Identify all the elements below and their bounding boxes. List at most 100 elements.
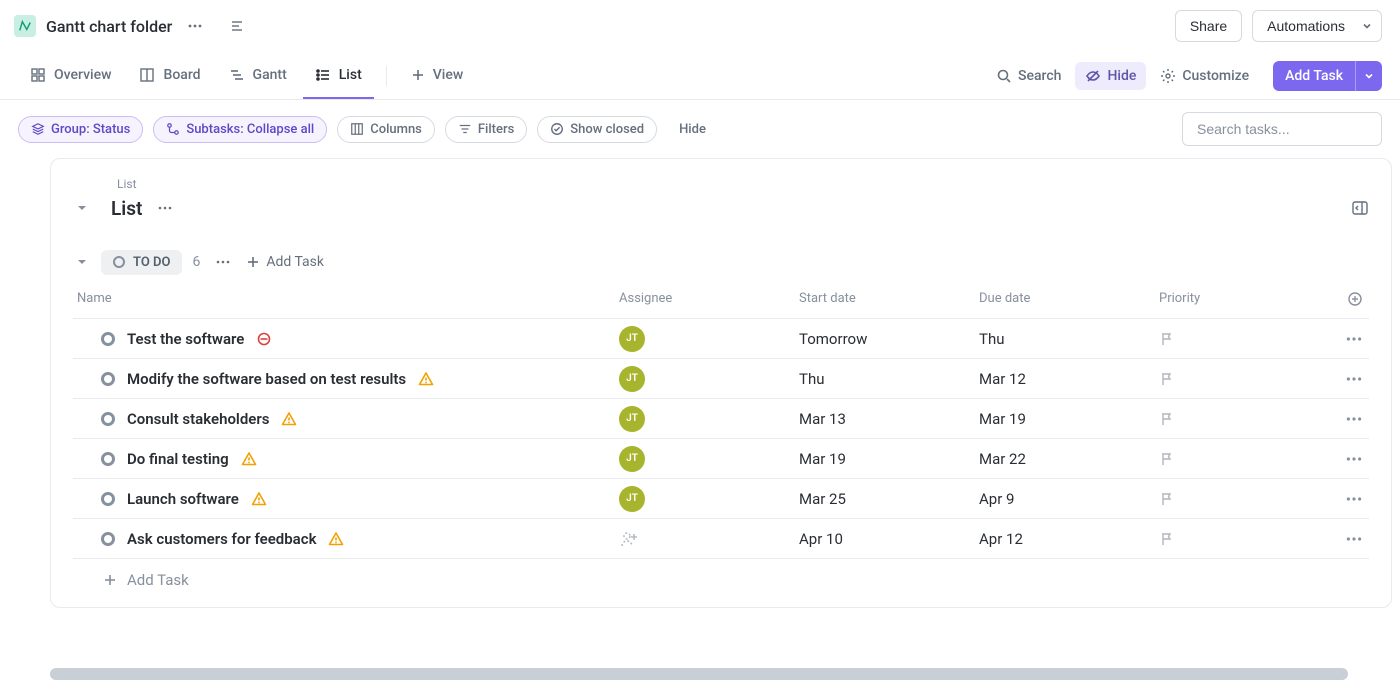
add-task-row-label: Add Task	[127, 571, 189, 589]
row-more-icon[interactable]	[1309, 450, 1369, 468]
task-title[interactable]: Modify the software based on test result…	[127, 370, 406, 388]
assignee-cell[interactable]: JT	[619, 406, 799, 432]
tab-overview[interactable]: Overview	[18, 52, 123, 99]
search-action[interactable]: Search	[986, 62, 1071, 90]
folder-icon	[14, 15, 36, 37]
chip-label: Subtasks: Collapse all	[186, 122, 314, 137]
automations-button[interactable]: Automations	[1252, 10, 1353, 42]
row-more-icon[interactable]	[1309, 330, 1369, 348]
priority-cell[interactable]	[1159, 411, 1309, 427]
list-title[interactable]: List	[111, 197, 142, 220]
task-title[interactable]: Do final testing	[127, 450, 229, 468]
tab-board[interactable]: Board	[127, 52, 212, 99]
assignee-cell[interactable]: JT	[619, 486, 799, 512]
col-due-date[interactable]: Due date	[979, 291, 1159, 306]
col-start-date[interactable]: Start date	[799, 291, 979, 306]
priority-cell[interactable]	[1159, 451, 1309, 467]
warning-icon	[241, 451, 257, 467]
task-title[interactable]: Launch software	[127, 490, 239, 508]
priority-cell[interactable]	[1159, 331, 1309, 347]
row-more-icon[interactable]	[1309, 530, 1369, 548]
panel-toggle-icon[interactable]	[1351, 199, 1369, 217]
show-closed-chip[interactable]: Show closed	[537, 116, 657, 143]
assignee-avatar[interactable]: JT	[619, 326, 645, 352]
list-more-icon[interactable]	[152, 195, 178, 221]
table-row[interactable]: Do final testing JT Mar 19 Mar 22	[73, 439, 1369, 479]
assignee-avatar[interactable]: JT	[619, 366, 645, 392]
priority-cell[interactable]	[1159, 491, 1309, 507]
table-row[interactable]: Test the software JT Tomorrow Thu	[73, 319, 1369, 359]
task-status-icon[interactable]	[101, 372, 115, 386]
task-title[interactable]: Test the software	[127, 330, 244, 348]
add-column-button[interactable]	[1309, 291, 1369, 307]
tab-gantt[interactable]: Gantt	[217, 52, 299, 99]
start-date-cell[interactable]: Mar 25	[799, 490, 979, 508]
hide-chip[interactable]: Hide	[667, 117, 718, 142]
due-date-cell[interactable]: Mar 22	[979, 450, 1159, 468]
add-task-button[interactable]: Add Task	[1273, 61, 1382, 91]
horizontal-scrollbar[interactable]	[50, 668, 1388, 680]
task-search-input[interactable]	[1182, 112, 1382, 146]
row-more-icon[interactable]	[1309, 410, 1369, 428]
group-chip[interactable]: Group: Status	[18, 116, 143, 143]
priority-cell[interactable]	[1159, 531, 1309, 547]
add-task-row[interactable]: Add Task	[73, 559, 1369, 589]
assignee-cell[interactable]	[619, 529, 799, 549]
task-status-icon[interactable]	[101, 532, 115, 546]
columns-chip[interactable]: Columns	[337, 116, 435, 143]
chip-label: Show closed	[570, 122, 644, 137]
table-row[interactable]: Launch software JT Mar 25 Apr 9	[73, 479, 1369, 519]
table-row[interactable]: Ask customers for feedback Apr 10 Apr 12	[73, 519, 1369, 559]
start-date-cell[interactable]: Thu	[799, 370, 979, 388]
status-pill[interactable]: TO DO	[101, 250, 182, 275]
col-priority[interactable]: Priority	[1159, 291, 1309, 306]
assignee-cell[interactable]: JT	[619, 366, 799, 392]
assignee-avatar[interactable]: JT	[619, 486, 645, 512]
task-title[interactable]: Ask customers for feedback	[127, 530, 316, 548]
due-date-cell[interactable]: Mar 12	[979, 370, 1159, 388]
task-status-icon[interactable]	[101, 492, 115, 506]
start-date-cell[interactable]: Mar 13	[799, 410, 979, 428]
folder-title[interactable]: Gantt chart folder	[46, 17, 172, 36]
task-title[interactable]: Consult stakeholders	[127, 410, 269, 428]
task-table: Name Assignee Start date Due date Priori…	[73, 279, 1369, 589]
row-more-icon[interactable]	[1309, 370, 1369, 388]
start-date-cell[interactable]: Mar 19	[799, 450, 979, 468]
row-more-icon[interactable]	[1309, 490, 1369, 508]
table-row[interactable]: Consult stakeholders JT Mar 13 Mar 19	[73, 399, 1369, 439]
assignee-cell[interactable]: JT	[619, 326, 799, 352]
due-date-cell[interactable]: Mar 19	[979, 410, 1159, 428]
assignee-empty-icon[interactable]	[619, 529, 799, 549]
customize-action[interactable]: Customize	[1150, 62, 1259, 90]
table-row[interactable]: Modify the software based on test result…	[73, 359, 1369, 399]
filters-chip[interactable]: Filters	[445, 116, 527, 143]
assignee-avatar[interactable]: JT	[619, 406, 645, 432]
subtasks-chip[interactable]: Subtasks: Collapse all	[153, 116, 327, 143]
group-collapse-toggle[interactable]	[73, 256, 91, 268]
outdent-icon[interactable]	[224, 13, 250, 39]
due-date-cell[interactable]: Apr 9	[979, 490, 1159, 508]
folder-more-icon[interactable]	[182, 13, 208, 39]
due-date-cell[interactable]: Thu	[979, 330, 1159, 348]
add-view-button[interactable]: View	[399, 52, 476, 99]
group-more-icon[interactable]	[210, 249, 236, 275]
priority-cell[interactable]	[1159, 371, 1309, 387]
assignee-cell[interactable]: JT	[619, 446, 799, 472]
task-status-icon[interactable]	[101, 412, 115, 426]
tab-list[interactable]: List	[303, 52, 374, 99]
list-collapse-toggle[interactable]	[73, 202, 91, 214]
automations-dropdown[interactable]	[1353, 10, 1382, 42]
assignee-avatar[interactable]: JT	[619, 446, 645, 472]
hide-action[interactable]: Hide	[1075, 62, 1146, 90]
task-status-icon[interactable]	[101, 452, 115, 466]
task-status-icon[interactable]	[101, 332, 115, 346]
group-add-task[interactable]: Add Task	[246, 254, 324, 270]
add-task-dropdown[interactable]	[1355, 61, 1382, 91]
col-assignee[interactable]: Assignee	[619, 291, 799, 306]
due-date-cell[interactable]: Apr 12	[979, 530, 1159, 548]
share-button[interactable]: Share	[1175, 10, 1242, 42]
col-name[interactable]: Name	[73, 291, 619, 306]
status-label: TO DO	[133, 255, 170, 270]
start-date-cell[interactable]: Tomorrow	[799, 330, 979, 348]
start-date-cell[interactable]: Apr 10	[799, 530, 979, 548]
